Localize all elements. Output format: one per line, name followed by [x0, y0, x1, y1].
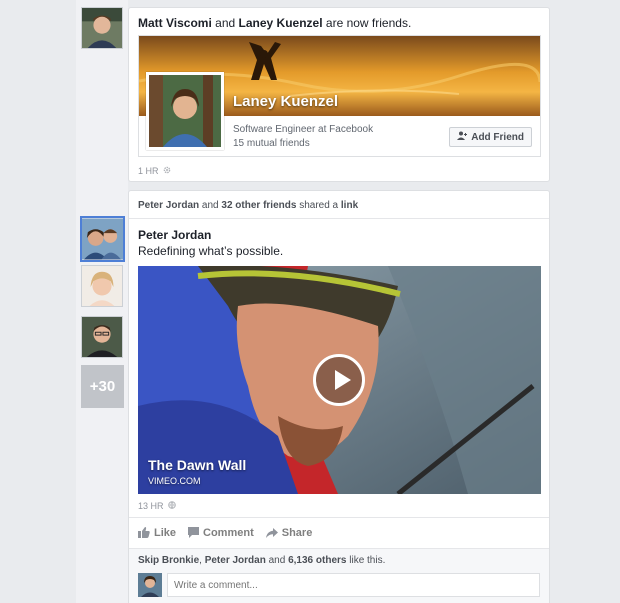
conjunction-text: and: [215, 16, 236, 30]
share-verb-text: shared a: [299, 200, 339, 211]
viewer-avatar[interactable]: [138, 573, 162, 597]
globe-icon[interactable]: [167, 501, 176, 511]
likes-suffix-text: like this.: [349, 555, 386, 566]
post-text: Redefining what’s possible.: [138, 244, 284, 258]
story1-timestamp: 1 HR: [138, 166, 171, 176]
action-bar: Like Comment Share: [129, 517, 549, 547]
like-button[interactable]: Like: [138, 527, 176, 539]
liker-link[interactable]: Skip Bronkie: [138, 555, 199, 566]
conjunction-text: and: [268, 555, 286, 566]
actor-link[interactable]: Laney Kuenzel: [239, 16, 323, 30]
shared-object-link[interactable]: link: [341, 200, 358, 211]
friend-name[interactable]: Laney Kuenzel: [233, 93, 338, 110]
conjunction-text: and: [201, 200, 219, 211]
story-suffix-text: are now friends.: [325, 16, 412, 30]
play-icon[interactable]: [313, 354, 365, 406]
other-likers-link[interactable]: 6,136 others: [288, 555, 346, 566]
friendship-story-text: Matt Viscomi and Laney Kuenzel are now f…: [138, 16, 411, 30]
friend-job-title: Software Engineer at Facebook: [233, 124, 374, 135]
friend-attachment: Laney Kuenzel Software Engineer at Faceb…: [138, 35, 541, 157]
liker-link[interactable]: Peter Jordan: [205, 555, 266, 566]
add-friend-button[interactable]: Add Friend: [449, 127, 532, 147]
friend-details: Software Engineer at Facebook 15 mutual …: [233, 123, 373, 151]
share-button[interactable]: Share: [265, 526, 313, 539]
share-header: Peter Jordan and 32 other friends shared…: [129, 191, 549, 219]
video-source: VIMEO.COM: [148, 476, 201, 486]
video-title[interactable]: The Dawn Wall: [148, 457, 246, 473]
timestamp-text[interactable]: 1 HR: [138, 166, 159, 176]
story2-timestamp: 13 HR: [138, 501, 176, 511]
share-arrow-icon: [265, 527, 278, 538]
comment-label: Comment: [203, 526, 254, 539]
add-person-icon: [457, 131, 468, 143]
like-label: Like: [154, 526, 177, 539]
thumbs-up-icon: [138, 527, 150, 538]
separator-text: ,: [199, 555, 202, 566]
gear-icon[interactable]: [163, 166, 171, 176]
share-label: Share: [281, 526, 313, 539]
comment-input[interactable]: [167, 573, 540, 597]
likes-and-comments: Skip Bronkie, Peter Jordan and 6,136 oth…: [129, 548, 549, 603]
shared-link-story-card: Peter Jordan and 32 other friends shared…: [128, 190, 550, 603]
likes-summary: Skip Bronkie, Peter Jordan and 6,136 oth…: [138, 555, 385, 566]
avatar-friend-3[interactable]: [81, 316, 123, 358]
comment-bubble-icon: [188, 527, 200, 538]
add-friend-label: Add Friend: [471, 131, 524, 143]
friendship-story-card: Matt Viscomi and Laney Kuenzel are now f…: [128, 7, 550, 182]
comment-button[interactable]: Comment: [188, 527, 254, 539]
avatar-matt-viscomi[interactable]: [81, 7, 123, 49]
video-attachment[interactable]: The Dawn Wall VIMEO.COM: [138, 266, 541, 494]
friend-profile-picture[interactable]: [146, 72, 224, 150]
actor-link[interactable]: Peter Jordan: [138, 200, 199, 211]
avatar-friend-1[interactable]: [80, 216, 125, 262]
avatar-friend-2[interactable]: [81, 265, 123, 307]
other-friends-link[interactable]: 32 other friends: [221, 200, 296, 211]
actor-link[interactable]: Matt Viscomi: [138, 16, 212, 30]
more-friends-count[interactable]: +30: [81, 365, 124, 408]
poster-name[interactable]: Peter Jordan: [138, 228, 211, 242]
timestamp-text[interactable]: 13 HR: [138, 501, 164, 511]
mutual-friends-link[interactable]: 15 mutual friends: [233, 137, 373, 151]
